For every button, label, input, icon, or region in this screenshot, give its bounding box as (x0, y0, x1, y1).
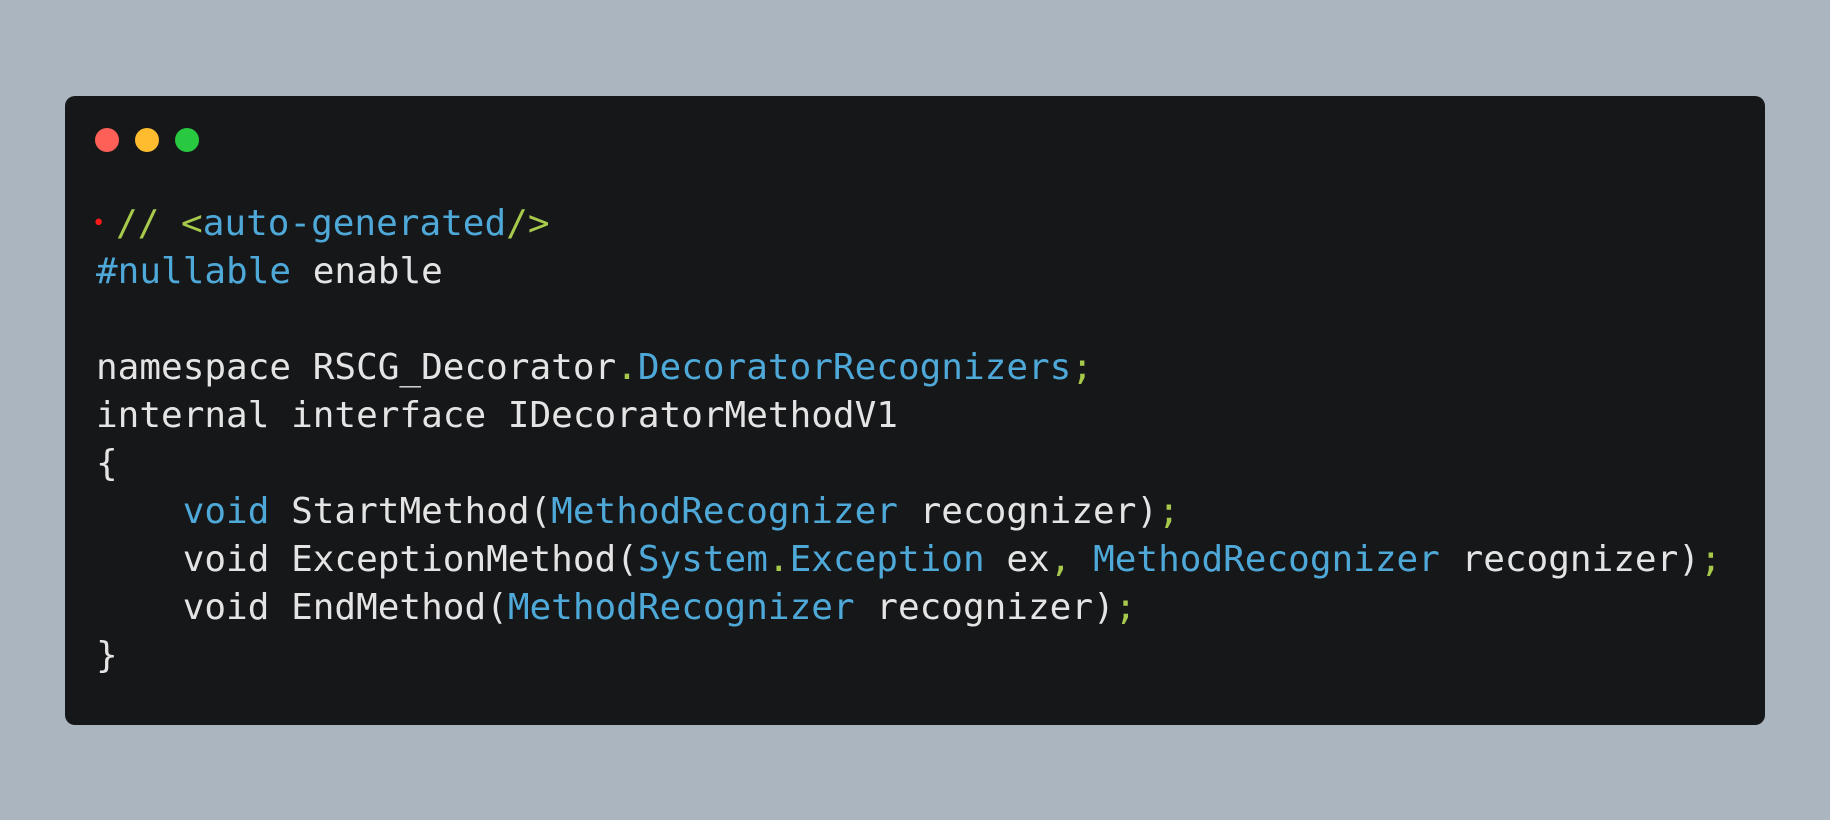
code-token: < (181, 203, 203, 244)
code-token: } (96, 635, 118, 676)
code-line: namespace RSCG_Decorator.DecoratorRecogn… (96, 344, 1722, 392)
window-controls (95, 128, 199, 152)
code-line: } (96, 632, 1722, 680)
code-token: MethodRecognizer (1093, 539, 1440, 580)
code-line: • // <auto-generated/> (92, 200, 1722, 248)
code-token: ; (1699, 539, 1722, 580)
code-token: namespace RSCG_Decorator (96, 347, 617, 388)
code-token: void (182, 491, 270, 532)
code-token: MethodRecognizer (507, 587, 855, 628)
code-line: void ExceptionMethod(System.Exception ex… (96, 536, 1722, 584)
minimize-dot[interactable] (135, 128, 159, 152)
maximize-dot[interactable] (175, 128, 199, 152)
code-token: /> (506, 203, 550, 244)
code-token: , (1049, 539, 1072, 580)
code-token: enable (291, 251, 443, 292)
code-token: void ExceptionMethod( (96, 539, 638, 580)
breakpoint-marker: • (92, 211, 106, 236)
code-token: . (616, 347, 638, 388)
code-token: recognizer) (897, 491, 1159, 532)
code-token: System (637, 539, 768, 580)
code-token: internal interface IDecoratorMethodV1 (96, 395, 898, 436)
code-line: { (96, 440, 1722, 488)
code-token: // (116, 203, 182, 244)
code-token: ex (984, 539, 1050, 580)
code-token: ; (1114, 587, 1137, 628)
code-line: void StartMethod(MethodRecognizer recogn… (96, 488, 1722, 536)
code-token: StartMethod( (269, 491, 552, 532)
close-dot[interactable] (95, 128, 119, 152)
code-token: recognizer) (1439, 539, 1700, 580)
code-token: { (96, 443, 118, 484)
code-block: •// <auto-generated/> #nullable enable na… (92, 200, 1722, 680)
code-token: Exception (789, 539, 985, 580)
code-token: ; (1158, 491, 1180, 532)
code-token: . (767, 539, 790, 580)
code-token: #nullable (96, 251, 292, 292)
code-token: auto-generated (202, 203, 507, 244)
code-token: ; (1071, 347, 1094, 388)
code-token: void EndMethod( (96, 587, 508, 628)
code-line: internal interface IDecoratorMethodV1 (96, 392, 1722, 440)
code-token: recognizer) (854, 587, 1115, 628)
code-line: #nullable enable (96, 248, 1722, 296)
code-line: void EndMethod(MethodRecognizer recogniz… (96, 584, 1722, 632)
code-token: MethodRecognizer (551, 491, 898, 532)
code-token: DecoratorRecognizers (637, 347, 1072, 388)
